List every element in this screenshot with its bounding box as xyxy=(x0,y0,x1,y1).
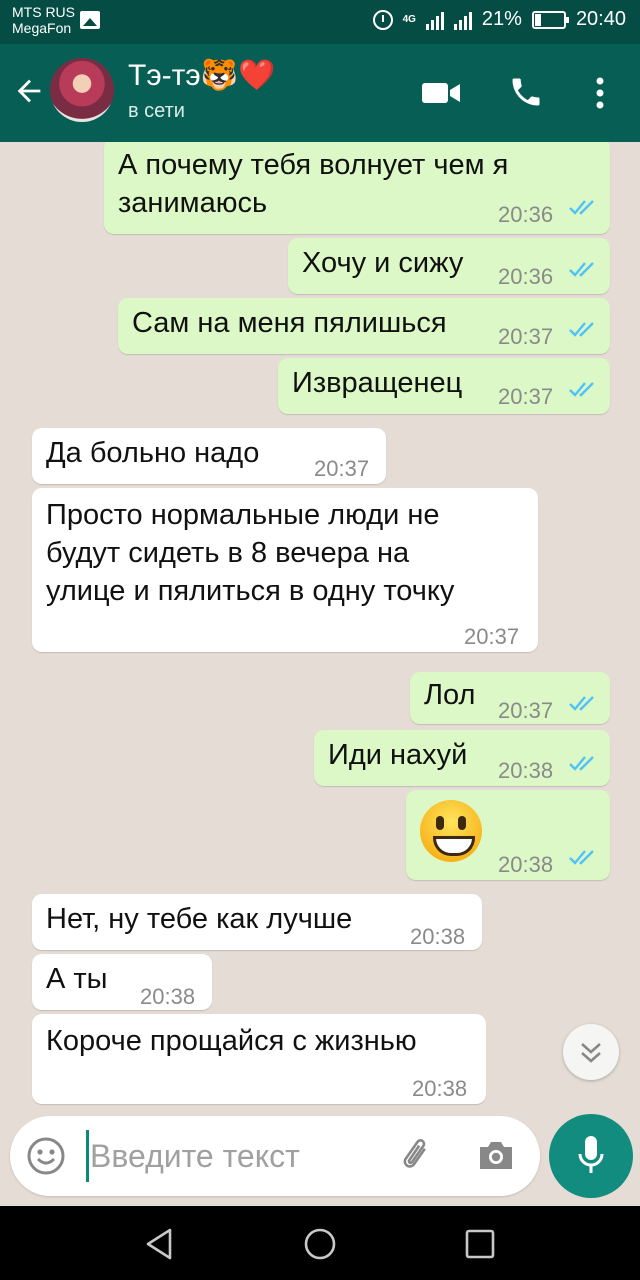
read-ticks-icon xyxy=(569,200,594,215)
alarm-icon xyxy=(372,9,393,30)
avatar[interactable] xyxy=(50,58,114,122)
signal-icon xyxy=(425,10,444,30)
double-chevron-down-icon xyxy=(581,1043,601,1063)
message-text: Хочу и сижу xyxy=(302,247,464,279)
message-incoming[interactable]: А ты 20:38 xyxy=(32,954,212,1010)
message-composer xyxy=(10,1116,540,1196)
read-ticks-icon xyxy=(569,382,594,397)
message-text: Лол xyxy=(424,679,476,711)
back-triangle-icon[interactable] xyxy=(142,1226,178,1262)
paperclip-icon[interactable] xyxy=(398,1136,438,1176)
message-outgoing[interactable]: Извращенец 20:37 xyxy=(278,358,610,414)
message-time: 20:37 xyxy=(498,324,554,349)
smiley-icon[interactable] xyxy=(26,1136,66,1176)
signal-icon-2 xyxy=(453,10,472,30)
video-camera-icon[interactable] xyxy=(422,82,460,104)
battery-icon xyxy=(531,10,569,29)
arrow-left-icon[interactable] xyxy=(12,74,46,108)
message-outgoing[interactable]: Сам на меня пялишься 20:37 xyxy=(118,298,610,354)
battery-percent: 21% xyxy=(481,8,522,30)
message-outgoing[interactable]: 20:38 xyxy=(406,790,610,880)
system-navigation-bar xyxy=(0,1206,640,1280)
message-input[interactable] xyxy=(90,1130,390,1182)
read-ticks-icon xyxy=(569,696,594,711)
message-time: 20:37 xyxy=(498,384,554,409)
clock: 20:40 xyxy=(575,8,626,30)
scroll-down-button[interactable] xyxy=(563,1024,619,1080)
message-time: 20:38 xyxy=(140,984,196,1009)
message-time: 20:37 xyxy=(498,698,554,723)
message-text: Нет, ну тебе как лучше xyxy=(46,903,353,935)
message-text: Иди нахуй xyxy=(328,739,468,771)
contact-status: в сети xyxy=(128,100,185,122)
message-time: 20:37 xyxy=(464,624,520,649)
message-outgoing[interactable]: Хочу и сижу 20:36 xyxy=(288,238,610,294)
message-outgoing[interactable]: Лол 20:37 xyxy=(410,672,610,724)
message-time: 20:38 xyxy=(498,852,554,877)
grinning-face-icon xyxy=(420,800,482,862)
read-ticks-icon xyxy=(569,322,594,337)
home-circle-icon[interactable] xyxy=(302,1226,338,1262)
carrier-name-2: MegaFon xyxy=(12,20,72,36)
message-text: Сам на меня пялишься xyxy=(132,307,447,339)
carrier-info: MTS RUS MegaFon xyxy=(12,4,75,36)
carrier-name-1: MTS RUS xyxy=(12,4,75,20)
read-ticks-icon xyxy=(569,850,594,865)
status-bar: MTS RUS MegaFon 4G 21% 20:40 xyxy=(0,0,640,44)
message-outgoing[interactable]: Иди нахуй 20:38 xyxy=(314,730,610,786)
status-indicators: 4G 21% 20:40 xyxy=(372,8,626,31)
network-type: 4G xyxy=(402,13,416,25)
message-time: 20:37 xyxy=(314,456,370,481)
image-notification-icon xyxy=(80,11,100,29)
message-incoming[interactable]: Просто нормальные люди не будут сидеть в… xyxy=(32,488,538,652)
message-text: Да больно надо xyxy=(46,437,260,469)
message-time: 20:38 xyxy=(498,758,554,783)
recent-apps-square-icon[interactable] xyxy=(462,1226,498,1262)
text-caret xyxy=(86,1130,89,1182)
more-vertical-icon[interactable] xyxy=(590,76,610,110)
message-text: Короче прощайся с жизнью xyxy=(46,1025,417,1057)
voice-message-button[interactable] xyxy=(549,1114,633,1198)
message-text: А почему тебя волнует чем я занимаюсь xyxy=(118,149,509,219)
message-time: 20:38 xyxy=(412,1076,468,1101)
phone-icon[interactable] xyxy=(508,74,544,110)
message-text: Просто нормальные люди не будут сидеть в… xyxy=(46,499,455,607)
message-incoming[interactable]: Да больно надо 20:37 xyxy=(32,428,386,484)
message-time: 20:36 xyxy=(498,264,554,289)
message-outgoing[interactable]: А почему тебя волнует чем я занимаюсь 20… xyxy=(104,142,610,234)
message-time: 20:38 xyxy=(410,924,466,949)
message-incoming[interactable]: Короче прощайся с жизнью 20:38 xyxy=(32,1014,486,1104)
contact-name[interactable]: Тэ-тэ🐯❤️ xyxy=(128,58,275,94)
read-ticks-icon xyxy=(569,262,594,277)
read-ticks-icon xyxy=(569,756,594,771)
message-text: Извращенец xyxy=(292,367,463,399)
microphone-icon xyxy=(578,1136,604,1173)
chat-area[interactable]: А почему тебя волнует чем я занимаюсь 20… xyxy=(0,142,640,1112)
chat-header: Тэ-тэ🐯❤️ в сети xyxy=(0,44,640,142)
message-time: 20:36 xyxy=(498,202,554,227)
camera-icon[interactable] xyxy=(476,1138,516,1174)
message-text: А ты xyxy=(46,963,108,995)
message-incoming[interactable]: Нет, ну тебе как лучше 20:38 xyxy=(32,894,482,950)
